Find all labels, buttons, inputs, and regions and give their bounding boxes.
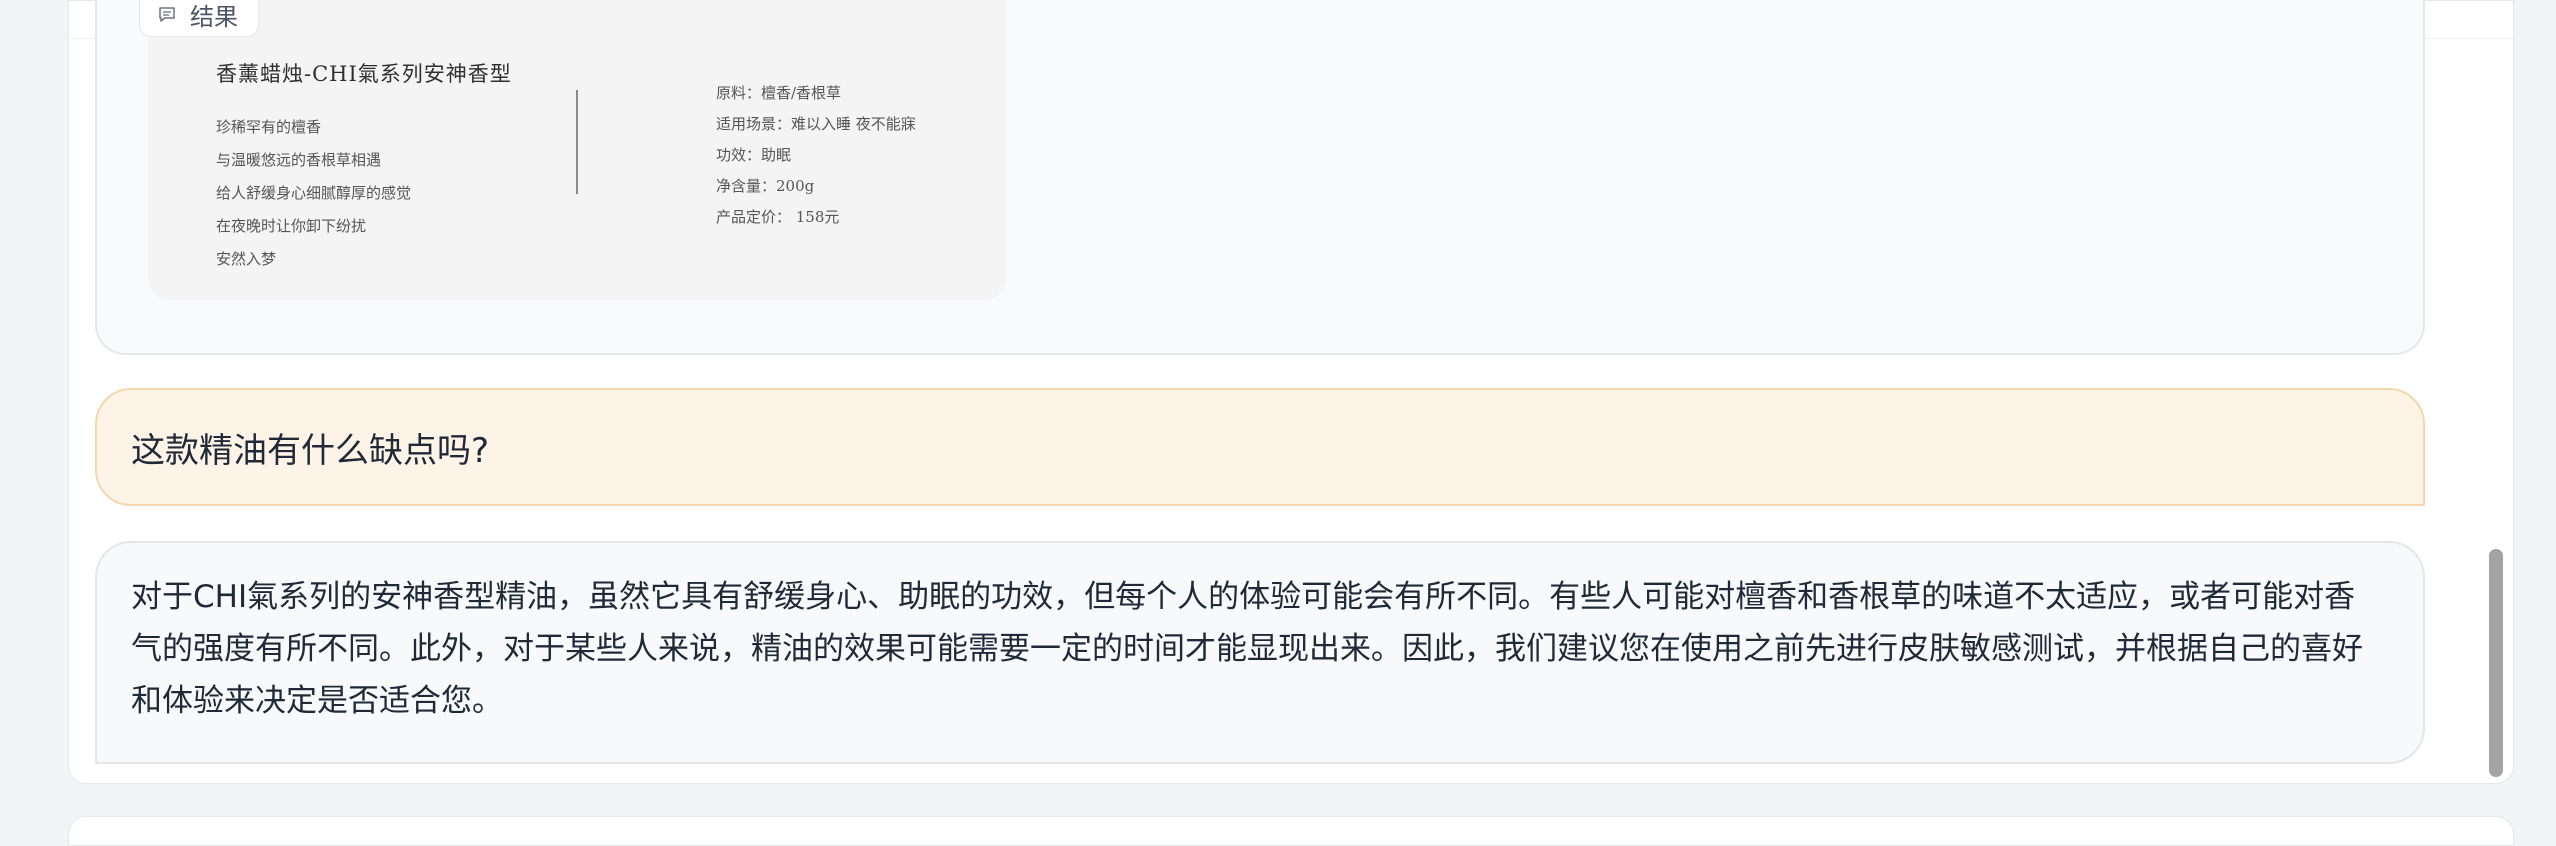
product-spec: 产品定价： 158元: [716, 208, 840, 226]
user-message-text: 这款精油有什么缺点吗?: [131, 430, 490, 471]
product-line: 珍稀罕有的檀香: [216, 118, 322, 136]
product-divider: [576, 90, 578, 194]
user-message-bubble: 这款精油有什么缺点吗?: [95, 388, 2425, 506]
product-line: 给人舒缓身心细腻醇厚的感觉: [216, 184, 412, 202]
product-spec: 适用场景：难以入睡 夜不能寐: [716, 115, 916, 133]
product-spec: 原料：檀香/香根草: [716, 84, 842, 102]
scrollbar-thumb[interactable]: [2489, 549, 2503, 777]
message-icon: [156, 4, 178, 26]
assistant-image-bubble: 香薰蜡烛-CHI氣系列安神香型 珍稀罕有的檀香 与温暖悠远的香根草相遇 给人舒缓…: [95, 0, 2425, 355]
result-tab-label: 结果: [190, 3, 238, 31]
product-spec: 功效：助眠: [716, 146, 792, 164]
product-line: 安然入梦: [216, 250, 277, 268]
assistant-message-text: 对于CHI氣系列的安神香型精油，虽然它具有舒缓身心、助眠的功效，但每个人的体验可…: [131, 579, 2363, 719]
result-tab[interactable]: 结果: [139, 0, 259, 37]
product-line: 在夜晚时让你卸下纷扰: [216, 217, 367, 235]
product-line: 与温暖悠远的香根草相遇: [216, 151, 382, 169]
product-image: 香薰蜡烛-CHI氣系列安神香型 珍稀罕有的檀香 与温暖悠远的香根草相遇 给人舒缓…: [148, 0, 1006, 300]
assistant-message-bubble: 对于CHI氣系列的安神香型精油，虽然它具有舒缓身心、助眠的功效，但每个人的体验可…: [95, 541, 2425, 764]
product-spec: 净含量：200g: [716, 177, 815, 195]
next-panel: [68, 816, 2514, 846]
product-title: 香薰蜡烛-CHI氣系列安神香型: [216, 62, 512, 86]
